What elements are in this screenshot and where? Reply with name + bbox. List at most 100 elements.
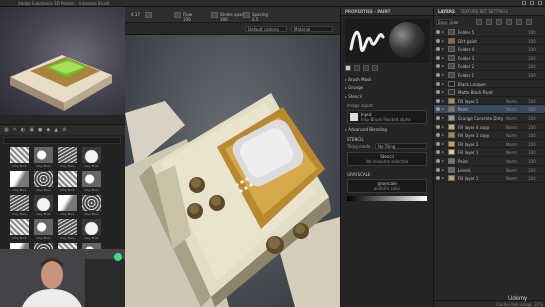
brush-tile[interactable]: Inky Brus: [34, 195, 53, 216]
visibility-eye-icon[interactable]: [436, 115, 440, 120]
filter-icon[interactable]: ▲: [54, 127, 58, 133]
visibility-eye-icon[interactable]: [436, 64, 440, 69]
visibility-eye-icon[interactable]: [436, 124, 440, 129]
layer-blend-mode[interactable]: Norm: [506, 116, 517, 121]
settings-icon[interactable]: ⚙: [62, 127, 66, 133]
section-stencil[interactable]: Stencil: [345, 94, 362, 99]
layer-row[interactable]: ▸ Matte Black Paint: [434, 88, 545, 97]
visibility-eye-icon[interactable]: [436, 167, 440, 172]
layer-opacity[interactable]: 100: [528, 39, 536, 44]
expand-chevron-icon[interactable]: ▸: [442, 107, 446, 111]
visibility-eye-icon[interactable]: [436, 107, 440, 112]
grayscale-value-slider[interactable]: [347, 196, 427, 201]
layer-row[interactable]: ▸ Fill layer 1 Norm 100: [434, 148, 545, 157]
layer-row[interactable]: ▸ Folder 2 100: [434, 62, 545, 71]
layer-row[interactable]: ▸ Paint Norm 100: [434, 157, 545, 166]
expand-chevron-icon[interactable]: ▸: [442, 115, 446, 120]
tab-layers[interactable]: LAYERS: [438, 9, 455, 14]
brush-tile[interactable]: Inky Brus: [34, 171, 53, 192]
layer-opacity[interactable]: 100: [528, 176, 536, 181]
layer-blend-mode[interactable]: Norm: [506, 99, 517, 104]
layer-blend-mode[interactable]: Norm: [506, 133, 517, 138]
section-brush-mask[interactable]: Brush Mask: [345, 77, 371, 82]
2d-preview-viewport[interactable]: [0, 7, 125, 115]
add-paint-layer-icon[interactable]: [476, 18, 482, 25]
paint-tab-icon[interactable]: [345, 65, 351, 71]
layer-blend-mode[interactable]: Norm: [506, 159, 517, 164]
visibility-eye-icon[interactable]: [436, 90, 440, 95]
visibility-eye-icon[interactable]: [436, 81, 440, 86]
layer-row[interactable]: ▸ Paint Norm 100: [434, 105, 545, 114]
layer-opacity[interactable]: 100: [528, 73, 536, 78]
alpha-icon[interactable]: ◐: [21, 127, 25, 133]
add-folder-icon[interactable]: [516, 18, 522, 25]
layer-row[interactable]: ▸ Folder 5 100: [434, 28, 545, 37]
layer-opacity[interactable]: 100: [528, 142, 536, 147]
3d-viewport[interactable]: [125, 35, 340, 307]
layer-row[interactable]: ▸ Fill layer 2 Norm 100: [434, 140, 545, 149]
layer-opacity[interactable]: 100: [528, 150, 536, 155]
expand-chevron-icon[interactable]: ▸: [442, 124, 446, 129]
expand-chevron-icon[interactable]: ▸: [442, 38, 446, 43]
brush-tile[interactable]: Inky Brus: [58, 219, 77, 240]
layer-row[interactable]: ▸ Fill layer 1 Norm 100: [434, 174, 545, 183]
expand-chevron-icon[interactable]: ▸: [442, 81, 446, 86]
brush-tile[interactable]: Inky Brus: [58, 147, 77, 168]
size-slider-icon[interactable]: [145, 12, 152, 18]
visibility-eye-icon[interactable]: [436, 133, 440, 138]
display-mode-select[interactable]: Material: [291, 26, 333, 32]
flow-value[interactable]: 100: [183, 17, 191, 22]
expand-chevron-icon[interactable]: ▸: [442, 90, 446, 94]
visibility-eye-icon[interactable]: [436, 30, 440, 34]
close-icon[interactable]: [538, 1, 542, 5]
expand-chevron-icon[interactable]: ▸: [442, 150, 446, 154]
layer-opacity[interactable]: 100: [528, 64, 536, 69]
brush-tile[interactable]: Inky Brus: [82, 147, 101, 168]
layer-row[interactable]: ▸ Levels Norm 100: [434, 166, 545, 175]
texture-icon[interactable]: ▣: [29, 127, 34, 133]
layer-blend-mode[interactable]: Norm: [506, 125, 517, 130]
brush-tile[interactable]: Inky Brus: [82, 195, 101, 216]
layer-blend-mode[interactable]: Norm: [506, 150, 517, 155]
visibility-eye-icon[interactable]: [436, 176, 440, 181]
spacing-value[interactable]: 2.5: [252, 17, 258, 22]
expand-chevron-icon[interactable]: ▸: [442, 55, 446, 60]
grid-icon[interactable]: ▦: [4, 127, 9, 133]
expand-chevron-icon[interactable]: ▸: [442, 167, 446, 172]
layer-opacity[interactable]: 100: [528, 116, 536, 121]
layer-row[interactable]: ▸ Black Lacquer: [434, 80, 545, 89]
visibility-eye-icon[interactable]: [436, 47, 440, 52]
layer-row[interactable]: ▸ Fill layer 5 Norm 100: [434, 97, 545, 106]
channels-tab-icon[interactable]: [372, 65, 378, 71]
stroke-opacity-value[interactable]: 100: [220, 17, 228, 22]
expand-chevron-icon[interactable]: ▸: [442, 30, 446, 34]
layer-opacity[interactable]: 100: [528, 30, 536, 35]
brush-tile[interactable]: Inky Brus: [10, 171, 29, 192]
layer-opacity[interactable]: 100: [528, 99, 536, 104]
layer-opacity[interactable]: 100: [528, 133, 536, 138]
maximize-icon[interactable]: [530, 1, 534, 5]
layer-opacity[interactable]: 100: [528, 56, 536, 61]
brush-tile[interactable]: Inky Brus: [82, 171, 101, 192]
visibility-eye-icon[interactable]: [436, 72, 440, 77]
expand-chevron-icon[interactable]: ▸: [442, 47, 446, 51]
camera-select[interactable]: Default camera: [245, 26, 287, 32]
expand-chevron-icon[interactable]: ▸: [442, 64, 446, 68]
add-fill-layer-icon[interactable]: [486, 18, 492, 25]
layer-row[interactable]: ▸ Folder 3 100: [434, 54, 545, 63]
stencil-resource-button[interactable]: Stencil No resource selected: [347, 152, 427, 166]
minimize-icon[interactable]: [522, 1, 526, 5]
size-value[interactable]: 4.17: [131, 12, 140, 17]
add-mask-icon[interactable]: [496, 18, 502, 25]
brush-tile[interactable]: Inky Brus: [58, 171, 77, 192]
visibility-eye-icon[interactable]: [436, 55, 440, 60]
layer-row[interactable]: ▸ Grunge Concrete Dirty Norm 100: [434, 114, 545, 123]
tiling-select[interactable]: No Tiling: [375, 143, 427, 149]
tab-texture-set-settings[interactable]: TEXTURE SET SETTINGS: [460, 9, 508, 14]
alpha-input-slot[interactable]: Input Inky Brush Painted alpha: [347, 110, 427, 124]
visibility-eye-icon[interactable]: [436, 98, 440, 103]
brush-tile[interactable]: Inky Brus: [82, 219, 101, 240]
brush-tile[interactable]: Inky Brus: [34, 219, 53, 240]
grayscale-color-picker[interactable]: grayscale uniform color: [347, 179, 427, 193]
shelf-search-input[interactable]: [3, 137, 121, 144]
